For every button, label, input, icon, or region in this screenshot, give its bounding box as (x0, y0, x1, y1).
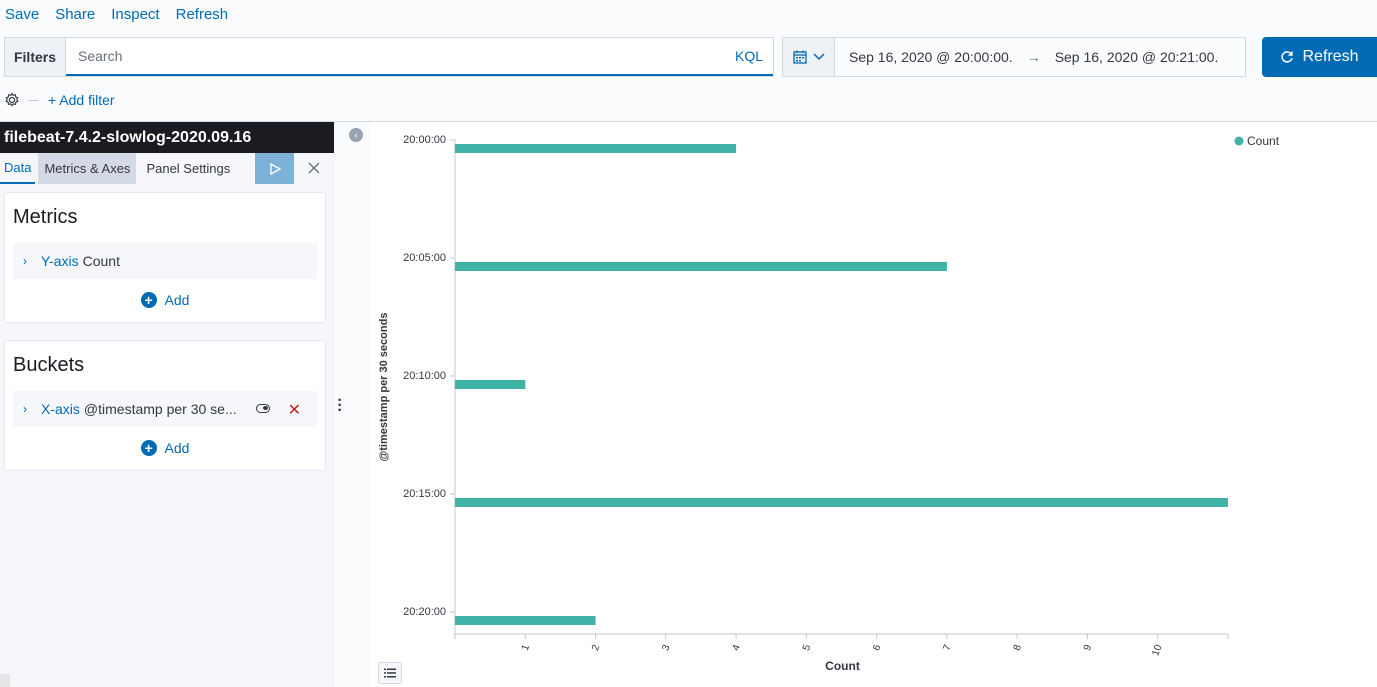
refresh-link[interactable]: Refresh (176, 6, 229, 23)
resize-handle-icon[interactable]: · · · (337, 393, 343, 419)
gear-icon[interactable] (4, 92, 20, 108)
remove-icon[interactable]: ✕ (288, 400, 301, 420)
chevron-right-icon[interactable]: › (23, 254, 41, 268)
legend-swatch (1234, 136, 1244, 146)
add-bucket-button[interactable]: + Add (5, 427, 325, 469)
query-bar: Filters KQL (4, 37, 774, 77)
chart-area: 20:00:00 20:05:00 20:10:00 20:15:00 20:20:00… (370, 122, 1377, 687)
metric-agg-desc: Count (82, 253, 120, 269)
arrow-right-icon: → (1026, 49, 1041, 65)
refresh-button[interactable]: Refresh (1262, 37, 1377, 77)
discard-changes-button[interactable] (304, 158, 324, 178)
x-tick-label: 6 (871, 643, 883, 652)
y-tick-label: 20:05:00 (403, 252, 446, 264)
editor-sidebar: filebeat-7.4.2-slowlog-2020.09.16 Data M… (0, 122, 334, 687)
index-pattern-title: filebeat-7.4.2-slowlog-2020.09.16 (0, 122, 334, 153)
plus-circle-icon: + (140, 440, 157, 456)
bar (455, 498, 1228, 507)
end-date-button[interactable]: Sep 16, 2020 @ 20:21:00. (1041, 49, 1233, 65)
x-tick-label: 3 (660, 643, 672, 652)
x-tick-label: 2 (590, 643, 602, 652)
x-tick-label: 7 (941, 643, 953, 652)
play-icon (269, 162, 281, 175)
top-menu: Save Share Inspect Refresh (0, 0, 228, 28)
bar (455, 262, 947, 271)
buckets-panel: Buckets › X-axis @timestamp per 30 se...… (4, 340, 326, 471)
y-tick-label: 20:00:00 (403, 134, 446, 146)
metric-axis-label: Y-axis (41, 253, 79, 269)
bar-chart: 20:00:00 20:05:00 20:10:00 20:15:00 20:20:00… (378, 134, 1280, 673)
add-metric-button[interactable]: + Add (5, 279, 325, 321)
plus-circle-icon: + (140, 292, 157, 308)
date-picker: Sep 16, 2020 @ 20:00:00. → Sep 16, 2020 … (782, 37, 1246, 77)
metric-agg-row[interactable]: › Y-axis Count (13, 243, 317, 279)
bucket-axis-label: X-axis (41, 401, 80, 417)
bucket-agg-desc: @timestamp per 30 se... (83, 401, 237, 417)
filter-row: + Add filter (4, 88, 115, 112)
filter-divider (28, 99, 38, 101)
refresh-button-label: Refresh (1302, 48, 1359, 65)
add-metric-label: Add (164, 292, 190, 308)
bar (455, 144, 737, 153)
quick-menu-button[interactable] (783, 38, 835, 76)
y-tick-label: 20:10:00 (403, 370, 446, 382)
close-icon (308, 162, 320, 174)
inspect-link[interactable]: Inspect (111, 6, 159, 23)
tab-metrics-axes[interactable]: Metrics & Axes (38, 153, 137, 184)
x-tick-label: 9 (1082, 643, 1094, 652)
tab-data[interactable]: Data (0, 153, 36, 184)
y-tick-label: 20:15:00 (403, 488, 446, 500)
collapse-arrow-icon[interactable]: ‹ (349, 128, 363, 142)
x-tick-label: 8 (1012, 643, 1024, 652)
refresh-icon (1281, 51, 1294, 63)
filters-button[interactable]: Filters (5, 38, 66, 76)
window-corner (0, 674, 10, 687)
toggle-icon[interactable] (256, 404, 270, 413)
buckets-title: Buckets (13, 354, 85, 376)
editor-tabs: Data Metrics & Axes Panel Settings (0, 153, 334, 184)
save-link[interactable]: Save (5, 6, 39, 23)
kql-language-button[interactable]: KQL (725, 48, 773, 64)
metrics-panel: Metrics › Y-axis Count + Add (4, 192, 326, 323)
chevron-right-icon[interactable]: › (23, 402, 41, 416)
legend-toggle-button[interactable] (378, 662, 402, 684)
bar (455, 616, 596, 625)
bucket-agg-row[interactable]: › X-axis @timestamp per 30 se... ✕ (13, 391, 317, 427)
x-tick-label: 4 (731, 643, 743, 652)
chevron-down-icon (812, 53, 825, 61)
legend-label: Count (1247, 134, 1280, 148)
calendar-icon (792, 50, 807, 64)
x-tick-label: 10 (1150, 643, 1164, 658)
search-wrapper: KQL (66, 38, 773, 76)
x-axis-title: Count (825, 659, 860, 673)
search-input[interactable] (66, 38, 725, 74)
share-link[interactable]: Share (55, 6, 95, 23)
y-axis-title: @timestamp per 30 seconds (378, 313, 390, 462)
metrics-title: Metrics (13, 206, 78, 228)
bar (455, 380, 526, 389)
add-bucket-label: Add (164, 440, 190, 456)
apply-changes-button[interactable] (255, 153, 294, 184)
x-tick-label: 1 (520, 643, 532, 652)
add-filter-button[interactable]: + Add filter (48, 92, 115, 108)
start-date-button[interactable]: Sep 16, 2020 @ 20:00:00. (835, 49, 1027, 65)
tab-panel-settings[interactable]: Panel Settings (136, 153, 234, 184)
y-tick-label: 20:20:00 (403, 606, 446, 618)
x-tick-label: 5 (801, 643, 813, 652)
list-icon (384, 668, 396, 678)
